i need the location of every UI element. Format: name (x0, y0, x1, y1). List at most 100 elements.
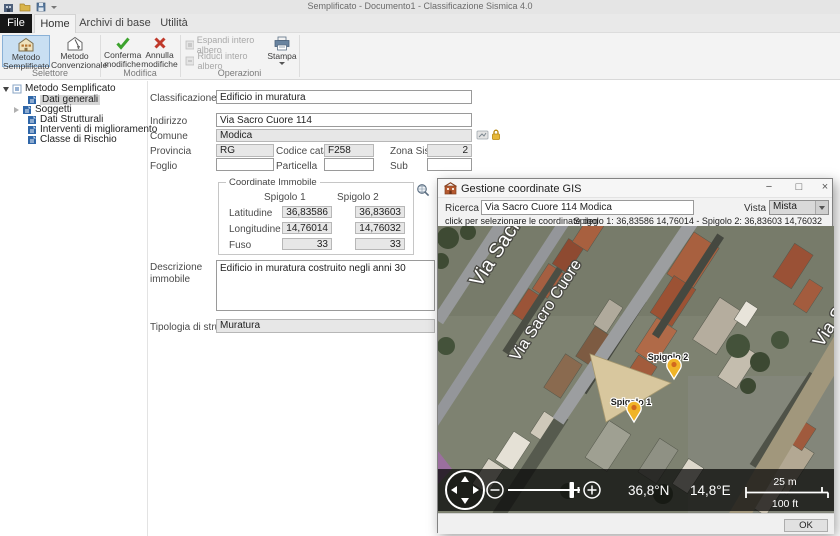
document-icon (12, 84, 22, 94)
tipologia-select[interactable]: Muratura (216, 319, 435, 333)
classificazione-input[interactable] (216, 90, 472, 104)
qat-dropdown-icon[interactable] (51, 6, 57, 9)
longitudine-spigolo1-field: 14,76014 (282, 222, 332, 234)
coordinate-immobile-title: Coordinate Immobile (226, 177, 320, 188)
sub-label: Sub (390, 161, 408, 172)
form-icon (27, 125, 37, 135)
title-bar: Semplificato - Documento1 - Classificazi… (0, 0, 840, 14)
longitudine-spigolo2-field: 14,76032 (355, 222, 405, 234)
descrizione-textarea[interactable] (216, 260, 435, 311)
ribbon: Metodo Semplificato Metodo Convenzionale… (0, 33, 840, 80)
provincia-label: Provincia (150, 146, 191, 157)
foglio-input[interactable] (216, 158, 274, 171)
application-window: Semplificato - Documento1 - Classificazi… (0, 0, 840, 536)
metodo-semplificato-button[interactable]: Metodo Semplificato (2, 35, 50, 67)
sub-input[interactable] (427, 158, 472, 171)
form-icon (22, 105, 32, 115)
app-icon[interactable] (3, 2, 14, 13)
window-title: Semplificato - Documento1 - Classificazi… (0, 1, 840, 11)
vista-dropdown[interactable]: Mista (769, 200, 829, 215)
satellite-map-canvas[interactable]: Via Sacro Cuore Via Sacro Cuore Via Sacr… (438, 226, 834, 513)
dialog-title-bar[interactable]: Gestione coordinate GIS − □ × (438, 179, 832, 198)
chevron-collapsed-icon[interactable] (14, 107, 19, 113)
dialog-minimize-button[interactable]: − (756, 179, 782, 197)
scale-meters-label: 25 m (773, 476, 797, 488)
comune-label: Comune (150, 131, 188, 142)
tab-archivi-di-base[interactable]: Archivi di base (78, 14, 152, 33)
map-longitude-readout: 14,8°E (690, 483, 731, 498)
x-icon (153, 36, 167, 50)
group-label-operazioni: Operazioni (180, 68, 299, 78)
chevron-down-icon (819, 206, 825, 210)
latitudine-spigolo2-field: 36,83603 (355, 206, 405, 218)
dialog-maximize-button[interactable]: □ (786, 179, 812, 197)
latitudine-spigolo1-field: 36,83586 (282, 206, 332, 218)
satellite-map[interactable]: Via Sacro Cuore Via Sacro Cuore Via Sacr… (438, 226, 834, 513)
stampa-dropdown-icon (279, 62, 285, 65)
fuso-label: Fuso (229, 240, 251, 251)
spigolo1-column-header: Spigolo 1 (264, 192, 306, 203)
metodo-convenzionale-icon (66, 36, 84, 51)
spigolo2-column-header: Spigolo 2 (337, 192, 379, 203)
map-pan-control[interactable] (446, 471, 484, 509)
tree-form-divider (147, 81, 148, 536)
espandi-intero-albero-button[interactable]: Espandi intero albero (185, 38, 271, 51)
form-icon (27, 115, 37, 125)
tab-utilita[interactable]: Utilità (154, 14, 194, 33)
ok-button[interactable]: OK (784, 519, 828, 532)
conferma-modifiche-button[interactable]: Conferma modifiche (104, 35, 141, 67)
annulla-modifiche-button[interactable]: Annulla modifiche (141, 35, 178, 67)
indirizzo-input[interactable] (216, 113, 472, 127)
particella-input[interactable] (324, 158, 374, 171)
annulla-modifiche-label: Annulla modifiche (141, 50, 177, 69)
zoom-slider-handle[interactable] (570, 482, 575, 498)
stampa-label: Stampa (267, 51, 296, 61)
gis-dialog-icon (444, 182, 457, 195)
vista-label: Vista (744, 203, 766, 214)
map-lookup-icon[interactable] (476, 129, 489, 141)
descrizione-label: Descrizione immobile (150, 262, 205, 285)
zoom-slider-tick (578, 487, 580, 493)
latitudine-label: Latitudine (229, 208, 272, 219)
open-folder-icon[interactable] (19, 2, 31, 12)
metodo-convenzionale-button[interactable]: Metodo Convenzionale (51, 35, 98, 67)
form-icon (27, 135, 37, 145)
tab-file[interactable]: File (0, 14, 32, 33)
provincia-field: RG (216, 144, 274, 157)
dropdown-arrow-box (815, 201, 828, 214)
comune-field: Modica (216, 129, 472, 142)
ribbon-tab-bar: File Home Archivi di base Utilità (0, 14, 840, 33)
gestione-coordinate-gis-dialog: Gestione coordinate GIS − □ × Ricerca Vi… (437, 178, 833, 533)
coordinate-immobile-groupbox: Coordinate Immobile Spigolo 1 Spigolo 2 … (218, 182, 414, 255)
foglio-label: Foglio (150, 161, 177, 172)
group-label-modifica: Modifica (100, 68, 180, 78)
particella-label: Particella (276, 161, 317, 172)
chevron-expanded-icon[interactable] (3, 87, 9, 92)
scale-feet-label: 100 ft (772, 498, 798, 510)
ricerca-input[interactable] (481, 200, 694, 215)
stampa-button[interactable]: Stampa (266, 35, 298, 67)
riduci-intero-albero-button[interactable]: Riduci intero albero (185, 54, 271, 67)
fuso-spigolo2-field: 33 (355, 238, 405, 250)
quick-access-toolbar (3, 1, 57, 13)
tab-home[interactable]: Home (34, 14, 76, 33)
tree-root-metodo-semplificato[interactable]: Metodo Semplificato (3, 84, 116, 94)
expand-tree-icon (185, 40, 194, 50)
coords-summary-text: Spigolo 1: 36,83586 14,76014 - Spigolo 2… (574, 216, 822, 226)
zona-sismica-field: 2 (427, 144, 472, 157)
metodo-semplificato-icon (17, 37, 35, 52)
dialog-footer: OK (438, 513, 834, 534)
save-icon[interactable] (36, 2, 46, 12)
ricerca-label: Ricerca (445, 203, 479, 214)
lock-icon (491, 128, 501, 141)
tree-item-classe-di-rischio[interactable]: Classe di Rischio (27, 135, 117, 145)
tree-item-label: Classe di Rischio (40, 135, 117, 145)
codice-catastale-field: F258 (324, 144, 374, 157)
longitudine-label: Longitudine (229, 224, 281, 235)
dialog-title: Gestione coordinate GIS (461, 183, 581, 195)
dialog-close-button[interactable]: × (812, 179, 838, 197)
indirizzo-label: Indirizzo (150, 116, 187, 127)
gis-lookup-button[interactable] (416, 183, 430, 197)
fuso-spigolo1-field: 33 (282, 238, 332, 250)
map-latitude-readout: 36,8°N (628, 483, 669, 498)
